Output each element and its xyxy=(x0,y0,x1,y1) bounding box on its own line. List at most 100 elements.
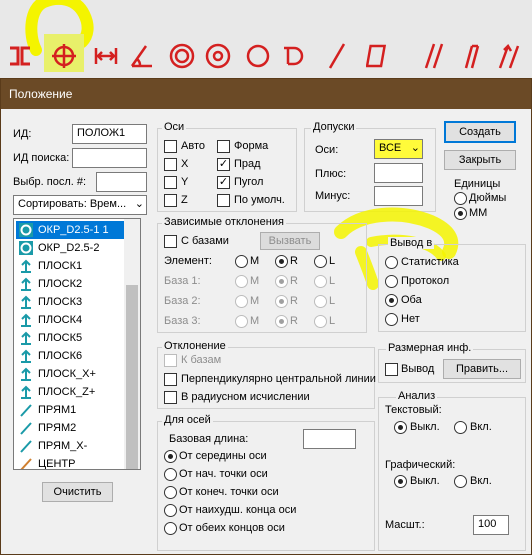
perpendicular-checkbox[interactable] xyxy=(164,373,177,386)
tol-axes-label: Оси: xyxy=(315,144,339,156)
y-checkbox[interactable] xyxy=(164,176,177,189)
list-item[interactable]: ЦЕНТР xyxy=(16,455,126,469)
concentric-circles-icon[interactable] xyxy=(168,38,196,74)
mm-radio[interactable] xyxy=(454,207,467,220)
output-both-radio[interactable] xyxy=(385,294,398,307)
radial-checkbox[interactable] xyxy=(164,391,177,404)
size-output-checkbox[interactable] xyxy=(385,363,398,376)
x-checkbox[interactable] xyxy=(164,158,177,171)
search-id-input[interactable] xyxy=(72,148,147,168)
list-item[interactable]: ПЛОСК_X+ xyxy=(16,365,126,383)
inches-radio[interactable] xyxy=(454,192,467,205)
default-label: По умолч. xyxy=(234,194,285,206)
base2-l-radio[interactable] xyxy=(314,295,327,308)
default-checkbox[interactable] xyxy=(217,194,230,207)
list-item[interactable]: ПЛОСК5 xyxy=(16,329,126,347)
angle-icon[interactable] xyxy=(128,38,156,74)
distance-arrows-icon[interactable] xyxy=(92,38,120,74)
to-bases-label: К базам xyxy=(181,354,222,366)
edit-button[interactable]: Править... xyxy=(443,359,521,379)
axis-mid-radio[interactable] xyxy=(164,450,177,463)
element-l-radio[interactable] xyxy=(314,255,327,268)
select-last-label: Выбр. посл. #: xyxy=(13,176,87,188)
element-m-radio[interactable] xyxy=(235,255,248,268)
list-item-label: ПЛОСК3 xyxy=(38,296,83,308)
select-last-input[interactable] xyxy=(96,172,147,192)
axis-both-radio[interactable] xyxy=(164,522,177,535)
with-bases-checkbox[interactable] xyxy=(164,235,177,248)
list-item[interactable]: ПЛОСК4 xyxy=(16,311,126,329)
list-scrollbar[interactable] xyxy=(124,219,140,469)
pugol-checkbox[interactable]: ✓ xyxy=(217,176,230,189)
list-item[interactable]: ПРЯМ1 xyxy=(16,401,126,419)
base-length-input[interactable] xyxy=(303,429,356,449)
axis-end-label: От конеч. точки оси xyxy=(179,486,279,498)
list-item[interactable]: ПЛОСК3 xyxy=(16,293,126,311)
feature-list[interactable]: ОКР_D2.5-1 1 ОКР_D2.5-2 ПЛОСК1 ПЛОСК2 ПЛОСК3… xyxy=(13,218,141,470)
base3-l-radio[interactable] xyxy=(314,315,327,328)
base3-m-radio[interactable] xyxy=(235,315,248,328)
scale-input[interactable]: 100 xyxy=(473,515,509,535)
sort-dropdown[interactable]: Сортировать: Врем... ⌄ xyxy=(13,195,147,215)
to-bases-checkbox[interactable] xyxy=(164,354,177,367)
z-checkbox[interactable] xyxy=(164,194,177,207)
base2-m-radio[interactable] xyxy=(235,295,248,308)
arrows-icon[interactable] xyxy=(494,38,522,74)
parallel-icon[interactable] xyxy=(420,38,448,74)
text-off-radio[interactable] xyxy=(394,421,407,434)
circle-target-icon[interactable] xyxy=(204,38,232,74)
output-protocol-radio[interactable] xyxy=(385,275,398,288)
list-item[interactable]: ПЛОСК2 xyxy=(16,275,126,293)
circle-crosshair-icon[interactable] xyxy=(50,38,78,74)
axis-end-radio[interactable] xyxy=(164,486,177,499)
circle-feature-icon xyxy=(19,223,33,237)
text-on-radio[interactable] xyxy=(454,421,467,434)
graphic-on-radio[interactable] xyxy=(454,475,467,488)
output-none-radio[interactable] xyxy=(385,313,398,326)
element-r-radio[interactable] xyxy=(275,255,288,268)
graphic-on-label: Вкл. xyxy=(470,475,492,487)
list-item[interactable]: ПРЯМ_X- xyxy=(16,437,126,455)
circle-icon[interactable] xyxy=(244,38,272,74)
base1-m-radio[interactable] xyxy=(235,275,248,288)
units-label: Единицы xyxy=(454,178,501,190)
list-item-label: ПЛОСК5 xyxy=(38,332,83,344)
list-item[interactable]: ПРЯМ2 xyxy=(16,419,126,437)
axis-worst-radio[interactable] xyxy=(164,504,177,517)
text-on-label: Вкл. xyxy=(470,421,492,433)
base1-l-radio[interactable] xyxy=(314,275,327,288)
base2-r-radio[interactable] xyxy=(275,295,288,308)
plus-input[interactable] xyxy=(374,163,423,183)
base1-r-radio[interactable] xyxy=(275,275,288,288)
base3-r-radio[interactable] xyxy=(275,315,288,328)
create-button[interactable]: Создать xyxy=(444,121,516,143)
list-item[interactable]: ОКР_D2.5-1 1 xyxy=(16,221,126,239)
graphic-off-radio[interactable] xyxy=(394,475,407,488)
id-input[interactable]: ПОЛОЖ1 xyxy=(72,124,147,144)
axis-start-label: От нач. точки оси xyxy=(179,468,268,480)
slash-line-icon[interactable] xyxy=(322,38,350,74)
sort-dropdown-label: Сортировать: Врем... xyxy=(18,198,127,210)
list-item[interactable]: ОКР_D2.5-2 xyxy=(16,239,126,257)
with-bases-label: С базами xyxy=(181,235,229,247)
perpendicular-icon[interactable] xyxy=(460,38,488,74)
auto-checkbox[interactable] xyxy=(164,140,177,153)
clear-button[interactable]: Очистить xyxy=(42,482,113,502)
output-stats-radio[interactable] xyxy=(385,256,398,269)
cross-hair-grid-icon[interactable] xyxy=(6,38,34,74)
close-button[interactable]: Закрыть xyxy=(444,150,516,170)
call-button[interactable]: Вызвать xyxy=(260,232,320,250)
axes-group-title: Оси xyxy=(162,121,187,133)
list-item[interactable]: ПЛОСК1 xyxy=(16,257,126,275)
list-item[interactable]: ПЛОСК_Z+ xyxy=(16,383,126,401)
form-checkbox[interactable] xyxy=(217,140,230,153)
axis-start-radio[interactable] xyxy=(164,468,177,481)
tol-axes-select[interactable]: ВСЕ ⌄ xyxy=(374,139,423,159)
scrollbar-thumb[interactable] xyxy=(126,285,138,469)
base3-l-label: L xyxy=(329,315,336,327)
square-icon[interactable] xyxy=(365,38,394,74)
prad-checkbox[interactable]: ✓ xyxy=(217,158,230,171)
profile-icon[interactable] xyxy=(280,38,308,74)
list-item-label: ПРЯМ2 xyxy=(38,422,77,434)
list-item[interactable]: ПЛОСК6 xyxy=(16,347,126,365)
